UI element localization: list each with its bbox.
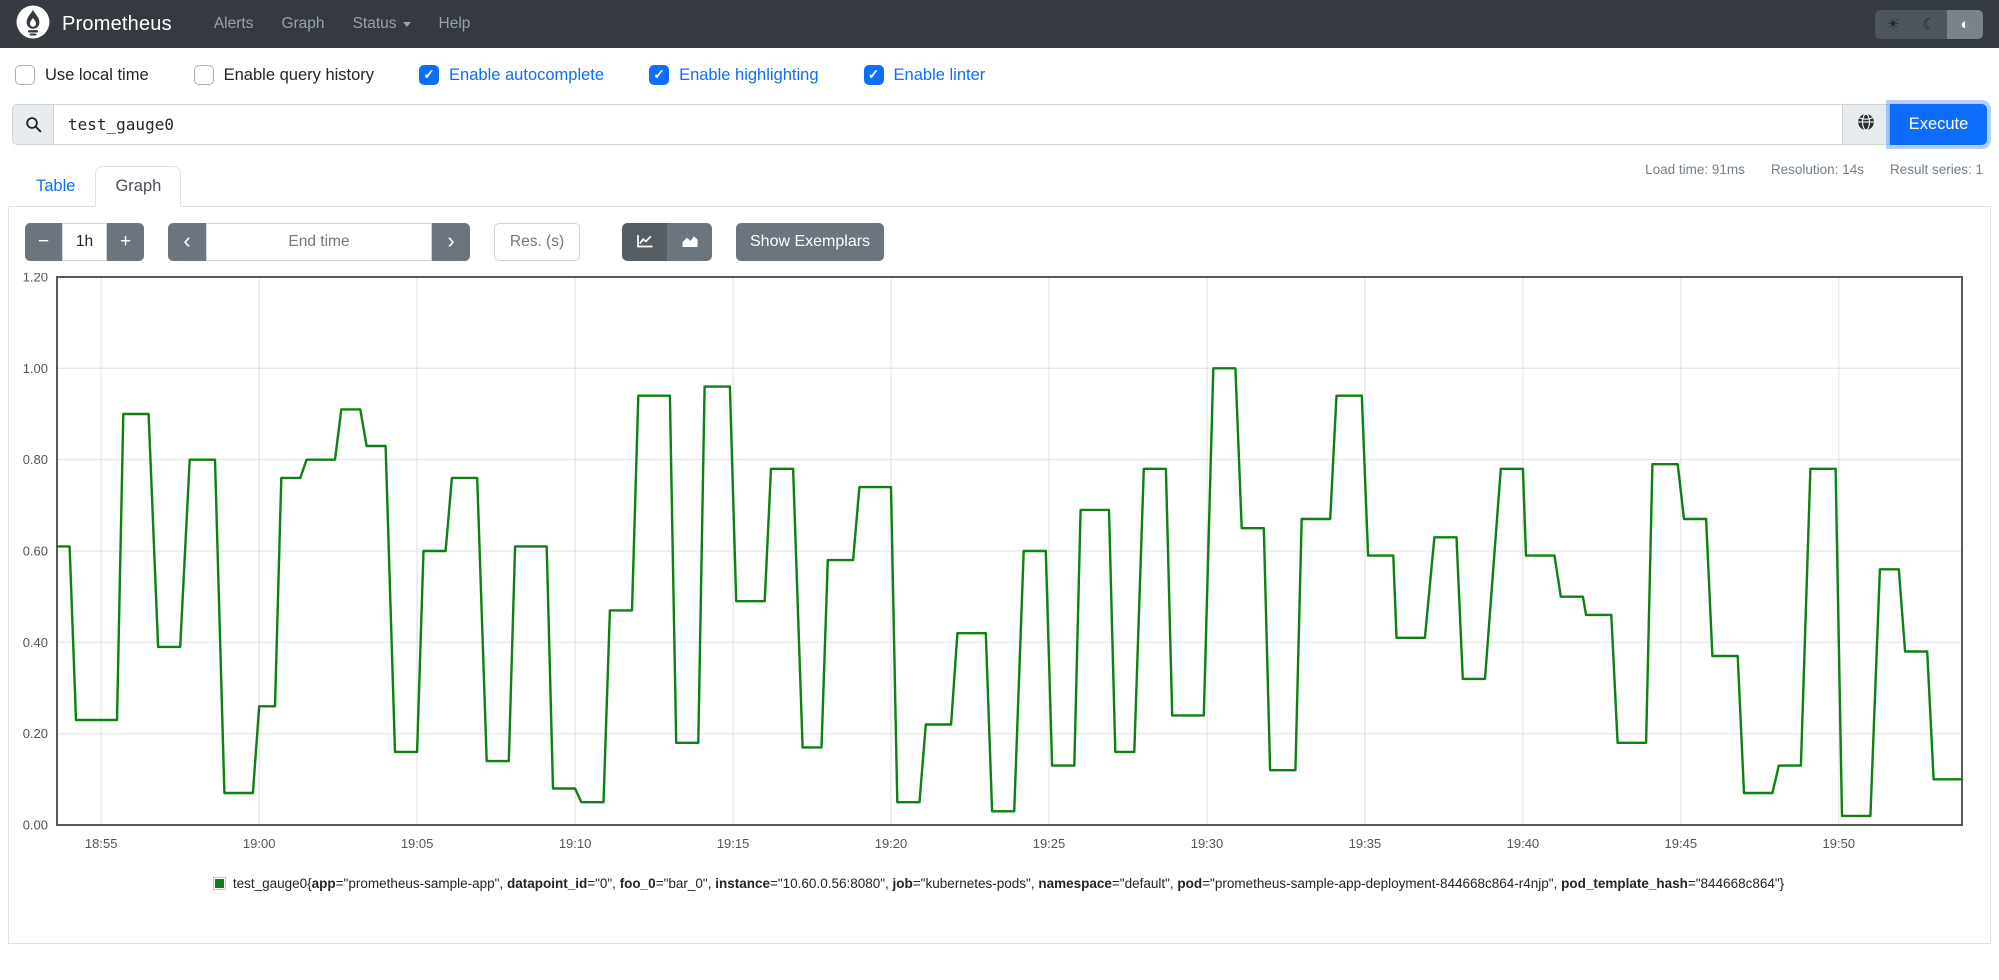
decrease-range-button[interactable]: − <box>25 223 62 261</box>
svg-text:0.00: 0.00 <box>23 818 48 833</box>
svg-text:19:30: 19:30 <box>1191 836 1224 851</box>
expression-input[interactable] <box>53 104 1843 145</box>
svg-text:19:05: 19:05 <box>401 836 434 851</box>
tabs-section: Load time: 91ms Resolution: 14s Result s… <box>0 161 1999 207</box>
search-icon <box>12 104 53 145</box>
query-bar: Execute <box>12 104 1987 145</box>
result-series: Result series: 1 <box>1889 162 1983 177</box>
end-time-control: ‹ › <box>168 223 470 261</box>
checkbox-checked[interactable]: ✓ <box>419 65 440 85</box>
svg-text:0.80: 0.80 <box>23 452 48 467</box>
svg-text:0.40: 0.40 <box>23 635 48 650</box>
auto-theme-button[interactable]: ◐ <box>1947 9 1983 39</box>
forward-time-button[interactable]: › <box>432 223 470 261</box>
svg-text:1.00: 1.00 <box>23 361 48 376</box>
svg-text:19:00: 19:00 <box>243 836 276 851</box>
dark-theme-button[interactable]: ☾ <box>1911 9 1947 39</box>
moon-icon: ☾ <box>1922 16 1936 33</box>
increase-range-button[interactable]: + <box>107 223 144 261</box>
svg-text:0.20: 0.20 <box>23 726 48 741</box>
execute-button[interactable]: Execute <box>1890 104 1987 145</box>
nav-link-alerts[interactable]: Alerts <box>200 15 268 33</box>
legend-swatch <box>212 877 226 890</box>
light-theme-button[interactable]: ☀ <box>1875 9 1911 39</box>
checkbox-unchecked[interactable] <box>193 65 214 85</box>
options-bar: Use local time Enable query history ✓ En… <box>0 48 1999 85</box>
chart-type-toggle <box>622 223 712 261</box>
resolution-input[interactable] <box>494 223 580 261</box>
back-time-button[interactable]: ‹ <box>168 223 206 261</box>
stacked-chart-button[interactable] <box>667 223 712 261</box>
brand-title: Prometheus <box>62 12 172 35</box>
option-label: Enable query history <box>223 65 375 84</box>
line-chart-icon <box>636 233 654 252</box>
svg-text:18:55: 18:55 <box>85 836 118 851</box>
end-time-input[interactable] <box>206 223 432 261</box>
checkbox-checked[interactable]: ✓ <box>863 65 884 85</box>
area-chart-icon <box>681 233 699 252</box>
nav-link-status[interactable]: Status <box>339 15 425 33</box>
prometheus-logo-icon <box>16 5 50 44</box>
tab-graph[interactable]: Graph <box>95 166 182 207</box>
svg-text:19:35: 19:35 <box>1349 836 1382 851</box>
navbar: Prometheus Alerts Graph Status Help ☀ ☾ … <box>0 0 1999 48</box>
option-label: Enable highlighting <box>679 65 819 84</box>
theme-toggle-group: ☀ ☾ ◐ <box>1875 9 1983 39</box>
globe-icon <box>1857 113 1875 136</box>
graph-svg[interactable]: 0.00 0.20 0.40 0.60 0.80 1.00 1.20 18:55 19:00 19… <box>18 270 1978 855</box>
load-time: Load time: 91ms <box>1645 162 1745 177</box>
range-input[interactable] <box>62 223 107 261</box>
tab-table[interactable]: Table <box>16 166 95 207</box>
svg-text:19:45: 19:45 <box>1665 836 1698 851</box>
option-label: Use local time <box>45 65 149 84</box>
option-label: Enable autocomplete <box>449 65 605 84</box>
line-chart-button[interactable] <box>622 223 667 261</box>
option-enable-linter[interactable]: ✓ Enable linter <box>863 65 986 85</box>
option-enable-highlighting[interactable]: ✓ Enable highlighting <box>649 65 819 85</box>
option-enable-autocomplete[interactable]: ✓ Enable autocomplete <box>419 65 604 85</box>
svg-text:1.20: 1.20 <box>23 273 48 285</box>
legend-text: test_gauge0{app="prometheus-sample-app",… <box>232 876 1785 891</box>
brand[interactable]: Prometheus <box>16 5 172 44</box>
contrast-icon: ◐ <box>1960 15 1970 33</box>
nav-link-help[interactable]: Help <box>425 15 485 33</box>
svg-text:19:40: 19:40 <box>1507 836 1540 851</box>
metrics-explorer-button[interactable] <box>1843 104 1890 145</box>
svg-text:0.60: 0.60 <box>23 544 48 559</box>
graph-controls: − + ‹ › Show Exemplars <box>9 223 1990 261</box>
query-stats: Load time: 91ms Resolution: 14s Result s… <box>1645 162 1983 177</box>
range-control: − + <box>25 223 144 261</box>
legend-item[interactable]: test_gauge0{app="prometheus-sample-app",… <box>9 876 1990 891</box>
svg-text:19:15: 19:15 <box>717 836 750 851</box>
chevron-down-icon <box>402 21 411 27</box>
nav-link-graph[interactable]: Graph <box>267 15 338 33</box>
option-label: Enable linter <box>893 65 986 84</box>
svg-text:19:50: 19:50 <box>1823 836 1856 851</box>
svg-text:19:10: 19:10 <box>559 836 592 851</box>
show-exemplars-button[interactable]: Show Exemplars <box>736 223 885 261</box>
checkbox-checked[interactable]: ✓ <box>649 65 670 85</box>
option-enable-query-history[interactable]: Enable query history <box>193 65 375 85</box>
resolution: Resolution: 14s <box>1770 162 1864 177</box>
nav-links: Alerts Graph Status Help <box>200 15 485 33</box>
graph-panel: − + ‹ › Show Exemplars 0.000.200.400. <box>8 207 1991 944</box>
svg-text:19:25: 19:25 <box>1033 836 1066 851</box>
svg-text:19:20: 19:20 <box>875 836 908 851</box>
sun-icon: ☀ <box>1886 16 1900 33</box>
checkbox-unchecked[interactable] <box>15 65 35 85</box>
option-use-local-time[interactable]: Use local time <box>15 65 149 85</box>
chart-container: 0.00 0.20 0.40 0.60 0.80 1.00 1.20 18:55 19:00 19… <box>9 270 1990 860</box>
